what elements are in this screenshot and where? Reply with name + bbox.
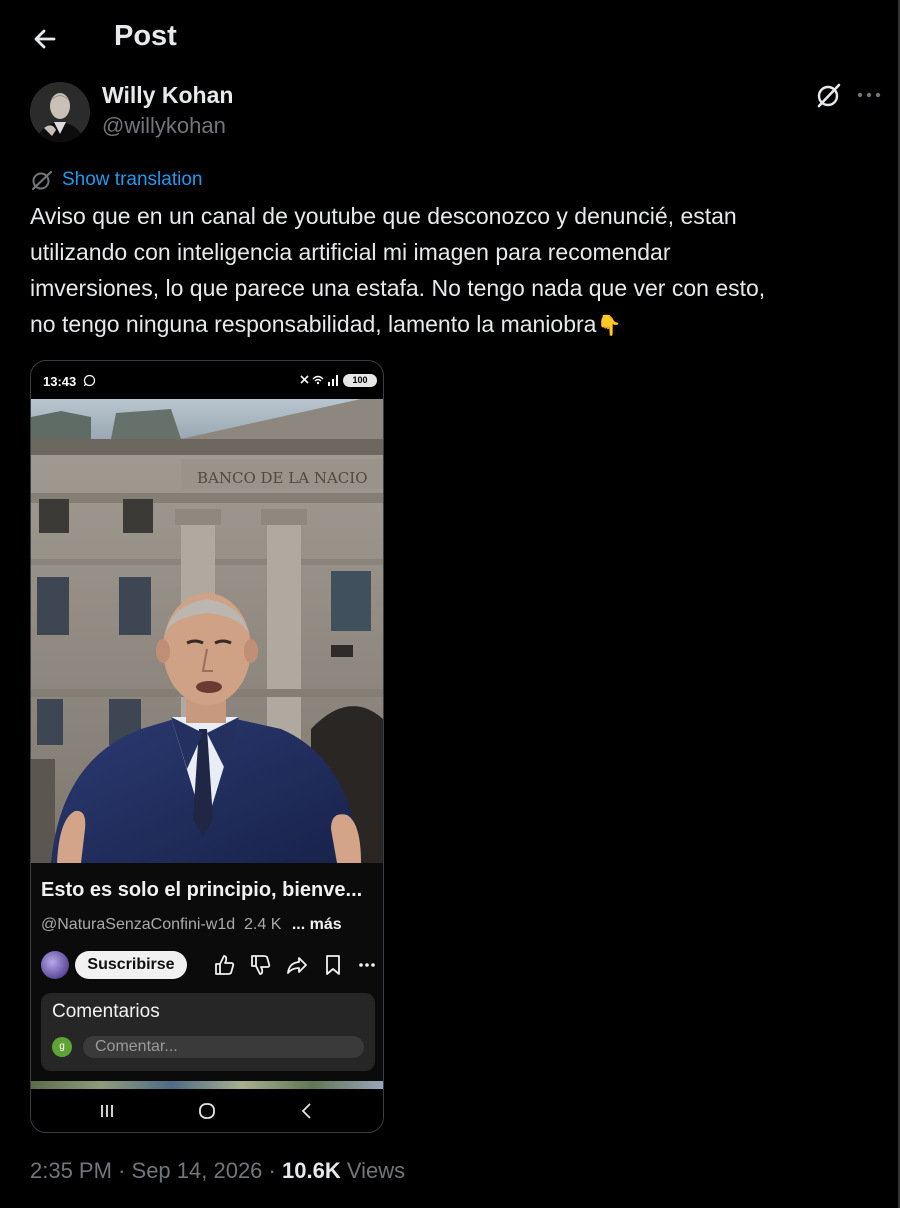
whatsapp-icon: [83, 374, 96, 387]
show-translation-label: Show translation: [62, 169, 203, 190]
building-sign: BANCO DE LA NACIO: [197, 469, 368, 487]
meta-separator: ·: [118, 1158, 126, 1183]
more-options-button[interactable]: [854, 80, 884, 110]
comment-user-avatar: g: [52, 1037, 72, 1057]
post-date[interactable]: Sep 14, 2026: [132, 1158, 263, 1183]
thumbs-up-icon[interactable]: [213, 953, 237, 977]
save-bookmark-icon[interactable]: [321, 953, 345, 977]
channel-avatar[interactable]: [41, 951, 69, 979]
android-nav-bar: [31, 1089, 383, 1132]
next-video-preview: [31, 1081, 383, 1089]
recent-apps-icon[interactable]: [95, 1099, 119, 1123]
channel-info: @NaturaSenzaConfini-w1d 2.4 K ... más: [41, 916, 342, 934]
signal-wifi-icon: [300, 375, 338, 386]
post-time[interactable]: 2:35 PM: [30, 1158, 112, 1183]
pointing-down-emoji: 👇: [596, 315, 622, 337]
grok-button[interactable]: [814, 80, 844, 110]
post-text: Aviso que en un canal de youtube que des…: [30, 198, 878, 344]
more-vertical-icon[interactable]: [355, 953, 379, 977]
grok-icon: [817, 83, 841, 108]
subscriber-count: 2.4 K: [244, 916, 282, 933]
channel-name[interactable]: @NaturaSenzaConfini-w1d: [41, 916, 235, 933]
author-handle[interactable]: @willykohan: [102, 113, 226, 139]
battery-indicator: 100: [343, 374, 377, 387]
views-label: Views: [346, 1158, 406, 1183]
comments-panel[interactable]: Comentarios g Comentar...: [41, 993, 375, 1071]
more-horizontal-icon: [857, 92, 881, 98]
thumbs-down-icon[interactable]: [249, 953, 273, 977]
back-button[interactable]: [28, 22, 62, 56]
status-time: 13:43: [43, 374, 77, 389]
post-body: Aviso que en un canal de youtube que des…: [30, 203, 766, 337]
translate-icon: [31, 170, 53, 191]
views-count: 10.6K: [282, 1158, 341, 1183]
more-link[interactable]: ... más: [292, 916, 342, 933]
comment-input[interactable]: Comentar...: [83, 1036, 364, 1058]
share-icon[interactable]: [285, 953, 309, 977]
post-meta: 2:35 PM · Sep 14, 2026 · 10.6K Views: [30, 1158, 405, 1184]
post-header: Post: [0, 0, 898, 76]
media-attachment[interactable]: 13:43 100 BANCO DE LA NACIO Esto es solo…: [30, 360, 384, 1133]
show-translation-link[interactable]: Show translation: [30, 166, 202, 194]
phone-status-bar: 13:43 100: [31, 361, 383, 399]
home-icon[interactable]: [195, 1099, 219, 1123]
arrow-left-icon: [34, 29, 56, 49]
subscribe-button[interactable]: Suscribirse: [75, 951, 187, 979]
back-nav-icon[interactable]: [295, 1099, 319, 1123]
avatar[interactable]: [30, 82, 90, 142]
page-title: Post: [114, 20, 177, 52]
video-frame[interactable]: BANCO DE LA NACIO: [31, 399, 383, 863]
comments-title: Comentarios: [52, 1001, 160, 1022]
meta-separator: ·: [268, 1158, 276, 1183]
author-name[interactable]: Willy Kohan: [102, 82, 233, 109]
video-title[interactable]: Esto es solo el principio, bienve...: [41, 879, 362, 902]
